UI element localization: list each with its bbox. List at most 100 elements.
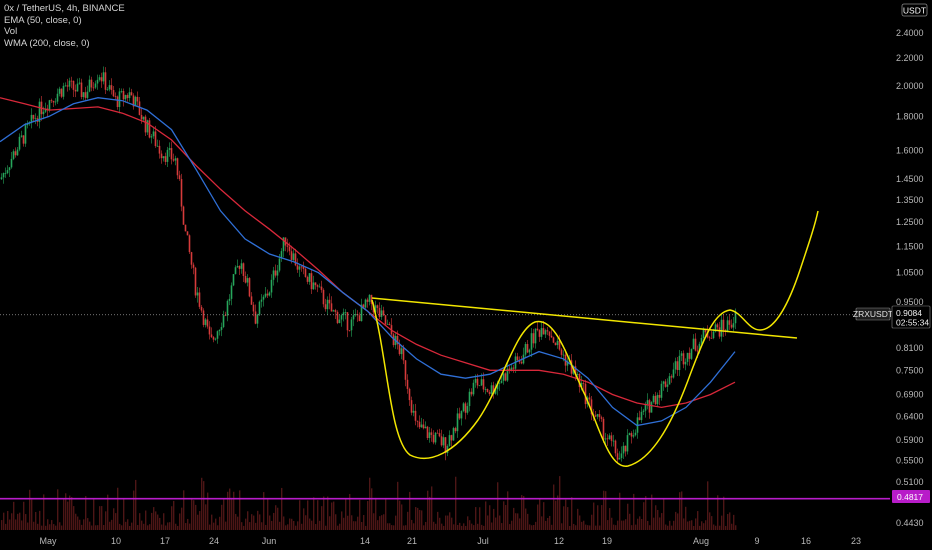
volume-bar <box>553 484 555 530</box>
volume-bar <box>549 515 551 530</box>
candle-body <box>560 349 563 355</box>
volume-bar <box>119 523 121 530</box>
candle-body <box>16 149 19 156</box>
volume-bar <box>675 511 677 530</box>
candle-body <box>516 356 519 361</box>
candle-body <box>10 158 13 168</box>
candle-body <box>614 440 617 454</box>
candle-body <box>486 388 489 393</box>
candle-body <box>668 376 671 385</box>
candle-body <box>672 369 675 378</box>
candle-body <box>364 299 367 308</box>
volume-bar <box>13 501 15 530</box>
volume-bar <box>637 518 639 530</box>
candle-body <box>556 340 559 346</box>
volume-bar <box>135 479 137 530</box>
candle-body <box>722 319 725 331</box>
price-tick-label: 0.7500 <box>896 365 924 375</box>
currency-badge[interactable]: USDT <box>901 3 928 17</box>
candle-body <box>386 323 389 325</box>
candle-body <box>350 319 353 331</box>
candle-body <box>164 156 167 162</box>
candle-body <box>546 330 549 332</box>
price-tick-label: 1.8000 <box>896 111 924 121</box>
legend-wma[interactable]: WMA (200, close, 0) <box>4 38 125 50</box>
candle-body <box>688 352 691 359</box>
candle-body <box>656 394 659 405</box>
volume-bar <box>473 525 475 530</box>
candle-body <box>662 381 665 384</box>
candle-body <box>452 428 455 441</box>
candle-body <box>424 426 427 429</box>
candle-body <box>90 79 93 88</box>
volume-bar <box>513 507 515 530</box>
volume-bar <box>27 522 29 530</box>
volume-bar <box>347 515 349 530</box>
volume-bar <box>341 511 343 530</box>
volume-bar <box>305 515 307 530</box>
candle-body <box>728 320 731 325</box>
volume-bar <box>183 490 185 530</box>
candle-body <box>14 151 17 156</box>
volume-bar <box>515 513 517 530</box>
candle-body <box>2 173 5 178</box>
volume-bar <box>565 499 567 530</box>
volume-bar <box>665 524 667 530</box>
volume-bar <box>245 518 247 530</box>
candle-body <box>188 235 191 253</box>
volume-bar <box>339 523 341 530</box>
candle-body <box>610 435 613 441</box>
volume-bar <box>361 522 363 530</box>
candle-body <box>732 323 735 328</box>
volume-bar <box>3 512 5 530</box>
candle-body <box>226 300 229 316</box>
candle-body <box>68 80 71 87</box>
volume-bar <box>479 507 481 530</box>
volume-bar <box>411 519 413 530</box>
volume-bar <box>95 525 97 530</box>
volume-bar <box>19 512 21 530</box>
candle-body <box>454 428 457 432</box>
price-tick-label: 0.5500 <box>896 455 924 465</box>
legend-symbol[interactable]: 0x / TetherUS, 4h, BINANCE <box>4 3 125 15</box>
volume-bar <box>529 524 531 530</box>
candle-body <box>470 391 473 395</box>
volume-bar <box>625 519 627 530</box>
candle-body <box>34 118 37 120</box>
candle-body <box>524 344 527 355</box>
volume-bar <box>713 524 715 530</box>
candle-body <box>344 312 347 314</box>
time-tick-label: 10 <box>111 536 121 546</box>
candle-body <box>604 438 607 440</box>
volume-bar <box>643 502 645 530</box>
volume-bar <box>527 513 529 530</box>
price-tick-label: 1.0500 <box>896 268 924 278</box>
candle-body <box>278 258 281 271</box>
candle-body <box>624 445 627 452</box>
volume-bar <box>719 525 721 530</box>
candle-body <box>338 319 341 324</box>
candle-body <box>232 274 235 286</box>
legend-volume[interactable]: Vol <box>4 26 125 38</box>
candle-body <box>290 251 293 260</box>
volume-bar <box>449 512 451 530</box>
candle-body <box>124 95 127 100</box>
volume-bar <box>269 515 271 530</box>
volume-bar <box>663 498 665 530</box>
candle-body <box>638 417 641 421</box>
candle-body <box>426 426 429 439</box>
candle-body <box>710 338 713 339</box>
candle-body <box>378 307 381 317</box>
price-chart[interactable]: 2.4000 2.2000 2.0000 1.8000 1.6000 1.4500 1.35… <box>0 0 932 550</box>
candle-body <box>248 278 251 297</box>
volume-bar <box>303 508 305 530</box>
candle-body <box>340 315 343 320</box>
volume-bar <box>537 504 539 530</box>
volume-bar <box>581 521 583 530</box>
current-price-tag: 0.9084 02:55:34 <box>891 305 931 329</box>
volume-bar <box>187 518 189 530</box>
legend-ema[interactable]: EMA (50, close, 0) <box>4 15 125 27</box>
candle-body <box>86 91 89 98</box>
candle-body <box>94 83 97 88</box>
volume-bar <box>213 522 215 530</box>
